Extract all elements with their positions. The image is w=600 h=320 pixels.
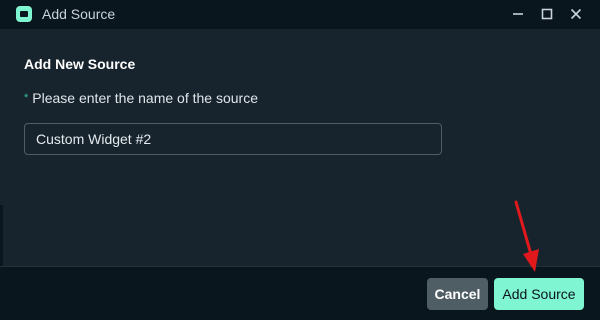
window-title: Add Source xyxy=(42,6,116,22)
annotation-arrow-icon xyxy=(514,200,539,272)
window-edge xyxy=(0,205,3,266)
app-logo-icon xyxy=(16,6,32,22)
close-button[interactable] xyxy=(564,2,588,26)
dialog-heading: Add New Source xyxy=(24,56,136,72)
add-source-dialog: Add Source Add New Source * Please enter … xyxy=(0,0,600,320)
maximize-icon xyxy=(541,8,553,20)
source-name-label: * Please enter the name of the source xyxy=(24,90,258,107)
maximize-button[interactable] xyxy=(535,2,559,26)
cancel-button[interactable]: Cancel xyxy=(427,278,488,310)
add-source-button[interactable]: Add Source xyxy=(494,278,584,310)
source-name-input[interactable] xyxy=(24,123,442,155)
source-name-label-text: Please enter the name of the source xyxy=(32,90,258,106)
title-bar: Add Source xyxy=(0,0,600,29)
close-icon xyxy=(570,8,582,20)
minimize-icon xyxy=(513,13,523,15)
required-marker: * xyxy=(24,92,29,104)
minimize-button[interactable] xyxy=(506,2,530,26)
